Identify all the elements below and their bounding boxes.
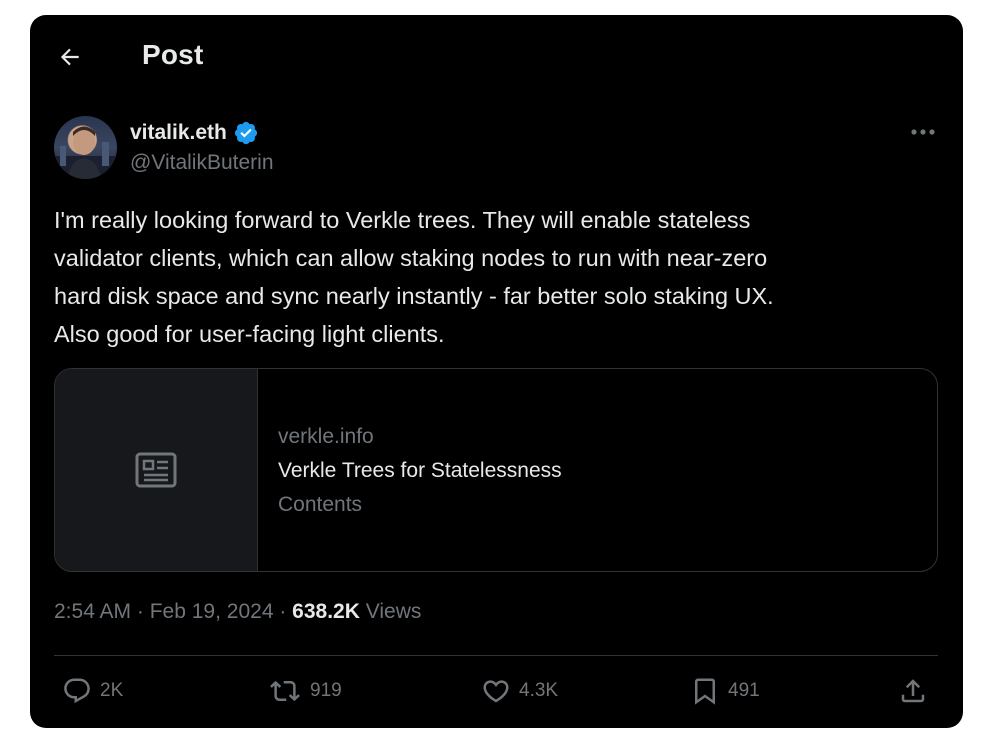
link-preview-card[interactable]: verkle.info Verkle Trees for Statelessne…: [54, 368, 938, 572]
link-info: verkle.info Verkle Trees for Statelessne…: [278, 425, 562, 527]
post-date[interactable]: Feb 19, 2024: [150, 600, 274, 623]
views-label: Views: [359, 600, 422, 623]
reply-button[interactable]: 2K: [62, 671, 123, 711]
verified-badge-icon[interactable]: [233, 120, 259, 146]
repost-count: 919: [310, 680, 342, 701]
link-domain: verkle.info: [278, 425, 374, 448]
post-time[interactable]: 2:54 AM: [54, 600, 131, 623]
divider: [54, 655, 938, 656]
tweet-text: I'm really looking forward to Verkle tre…: [54, 201, 934, 353]
reply-count: 2K: [100, 680, 124, 701]
post-card: Post vitalik.eth @VitalikButerin I'm rea…: [30, 15, 963, 728]
link-title: Verkle Trees for Statelessness: [278, 459, 562, 482]
views-count: 638.2K: [292, 600, 360, 623]
back-arrow-icon: [60, 48, 79, 66]
avatar-image: [54, 126, 117, 179]
author-name[interactable]: vitalik.eth: [130, 121, 227, 145]
post-metadata: 2:54 AM · Feb 19, 2024 · 638.2K Views: [54, 600, 421, 624]
bookmark-button[interactable]: 491: [690, 671, 760, 711]
more-icon: [911, 129, 935, 135]
like-button[interactable]: 4.3K: [481, 671, 558, 711]
link-description: Contents: [278, 493, 363, 516]
share-icon: [901, 679, 925, 703]
reply-icon: [64, 678, 90, 704]
like-icon: [483, 680, 509, 703]
avatar[interactable]: [54, 116, 117, 179]
repost-button[interactable]: 919: [268, 671, 342, 711]
post-header: Post: [30, 15, 963, 99]
tweet-line: I'm really looking forward to Verkle tre…: [54, 207, 751, 233]
back-button[interactable]: [50, 37, 90, 77]
tweet-line: hard disk space and sync nearly instantl…: [54, 283, 774, 309]
link-thumbnail: [55, 369, 258, 571]
separator: ·: [273, 600, 293, 623]
author-handle[interactable]: @VitalikButerin: [130, 151, 274, 175]
like-count: 4.3K: [519, 680, 559, 701]
page-title: Post: [142, 39, 204, 70]
author-info: vitalik.eth @VitalikButerin: [130, 119, 274, 175]
article-icon: [135, 452, 177, 488]
tweet-line: Also good for user-facing light clients.: [54, 321, 445, 347]
bookmark-icon: [695, 678, 715, 705]
separator: ·: [131, 600, 150, 623]
action-bar: 2K 919 4.3K 491: [30, 671, 963, 711]
share-button[interactable]: [898, 671, 928, 711]
tweet-line: validator clients, which can allow staki…: [54, 245, 768, 271]
more-options-button[interactable]: [905, 119, 941, 145]
bookmark-count: 491: [728, 680, 760, 701]
repost-icon: [270, 680, 300, 702]
